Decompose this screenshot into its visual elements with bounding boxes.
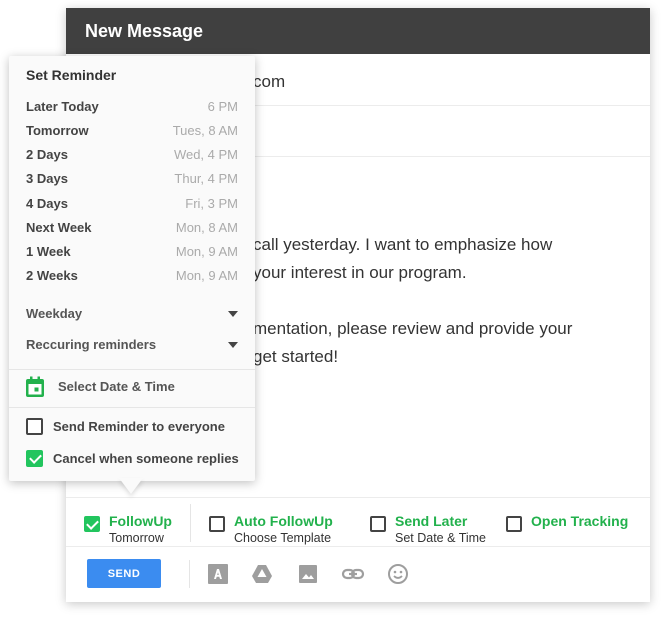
followup-label: FollowUp xyxy=(109,513,172,529)
calendar-icon xyxy=(25,376,45,403)
text-format-icon[interactable] xyxy=(206,562,230,586)
reminder-time: Mon, 9 AM xyxy=(175,268,238,283)
reminder-option-1-week[interactable]: 1 Week Mon, 9 AM xyxy=(26,244,238,264)
reminder-option-later-today[interactable]: Later Today 6 PM xyxy=(26,99,238,119)
reminder-name: 3 Days xyxy=(26,171,68,186)
reminder-time: Tues, 8 AM xyxy=(172,123,238,138)
reminder-name: 1 Week xyxy=(26,244,71,259)
select-date-label: Select Date & Time xyxy=(58,379,175,394)
compose-toolbar: SEND xyxy=(66,547,650,602)
send-to-everyone-option[interactable]: Send Reminder to everyone xyxy=(26,417,251,437)
reminder-name: 4 Days xyxy=(26,196,68,211)
popup-pointer xyxy=(119,478,143,494)
cancel-on-reply-option[interactable]: Cancel when someone replies xyxy=(26,449,251,469)
body-line: mentation, please review and provide you… xyxy=(253,319,573,338)
reminder-time: Fri, 3 PM xyxy=(185,196,238,211)
reminder-option-tomorrow[interactable]: Tomorrow Tues, 8 AM xyxy=(26,123,238,143)
compose-title: New Message xyxy=(66,8,650,54)
link-icon[interactable] xyxy=(341,562,365,586)
send-later-checkbox[interactable] xyxy=(370,516,386,532)
send-later-sub: Set Date & Time xyxy=(395,531,487,545)
send-to-everyone-checkbox[interactable] xyxy=(26,418,43,435)
reminder-time: Thur, 4 PM xyxy=(174,171,238,186)
weekday-dropdown[interactable]: Weekday xyxy=(26,306,238,326)
recurring-dropdown[interactable]: Reccuring reminders xyxy=(26,337,238,357)
select-date-time-button[interactable]: Select Date & Time xyxy=(25,376,245,398)
auto-followup-label: Auto FollowUp xyxy=(234,513,333,529)
followup-sub: Tomorrow xyxy=(109,531,164,545)
chevron-down-icon xyxy=(228,342,238,348)
weekday-label: Weekday xyxy=(26,306,83,321)
recurring-label: Reccuring reminders xyxy=(26,337,157,352)
send-later-label: Send Later xyxy=(395,513,468,529)
options-bar: FollowUp Tomorrow Auto FollowUp Choose T… xyxy=(66,497,650,547)
open-tracking-label: Open Tracking xyxy=(531,513,629,529)
cancel-on-reply-checkbox[interactable] xyxy=(26,450,43,467)
send-to-everyone-label: Send Reminder to everyone xyxy=(53,419,225,434)
set-reminder-popup: Set Reminder Later Today 6 PM Tomorrow T… xyxy=(9,56,255,481)
message-body[interactable]: call yesterday. I want to emphasize how … xyxy=(253,231,572,371)
drive-icon[interactable] xyxy=(250,562,274,586)
reminder-time: 6 PM xyxy=(207,99,238,114)
reminder-option-2-weeks[interactable]: 2 Weeks Mon, 9 AM xyxy=(26,268,238,288)
reminder-time: Mon, 9 AM xyxy=(175,244,238,259)
reminder-name: Next Week xyxy=(26,220,92,235)
open-tracking-checkbox[interactable] xyxy=(506,516,522,532)
popup-title: Set Reminder xyxy=(26,67,117,83)
body-line: get started! xyxy=(253,347,339,366)
emoji-icon[interactable] xyxy=(386,562,410,586)
to-value: com xyxy=(253,72,286,91)
body-line: your interest in our program. xyxy=(253,263,467,282)
cancel-on-reply-label: Cancel when someone replies xyxy=(53,451,239,466)
reminder-option-4-days[interactable]: 4 Days Fri, 3 PM xyxy=(26,196,238,216)
reminder-option-2-days[interactable]: 2 Days Wed, 4 PM xyxy=(26,147,238,167)
reminder-option-3-days[interactable]: 3 Days Thur, 4 PM xyxy=(26,171,238,191)
chevron-down-icon xyxy=(228,311,238,317)
reminder-name: 2 Days xyxy=(26,147,68,162)
send-button[interactable]: SEND xyxy=(87,559,161,588)
reminder-name: 2 Weeks xyxy=(26,268,78,283)
reminder-time: Wed, 4 PM xyxy=(173,147,238,162)
reminder-name: Tomorrow xyxy=(26,123,89,138)
reminder-name: Later Today xyxy=(26,99,99,114)
body-line: call yesterday. I want to emphasize how xyxy=(253,235,553,254)
followup-checkbox[interactable] xyxy=(84,516,100,532)
reminder-time: Mon, 8 AM xyxy=(175,220,238,235)
image-icon[interactable] xyxy=(296,562,320,586)
reminder-option-next-week[interactable]: Next Week Mon, 8 AM xyxy=(26,220,238,240)
auto-followup-checkbox[interactable] xyxy=(209,516,225,532)
auto-followup-sub: Choose Template xyxy=(234,531,332,545)
